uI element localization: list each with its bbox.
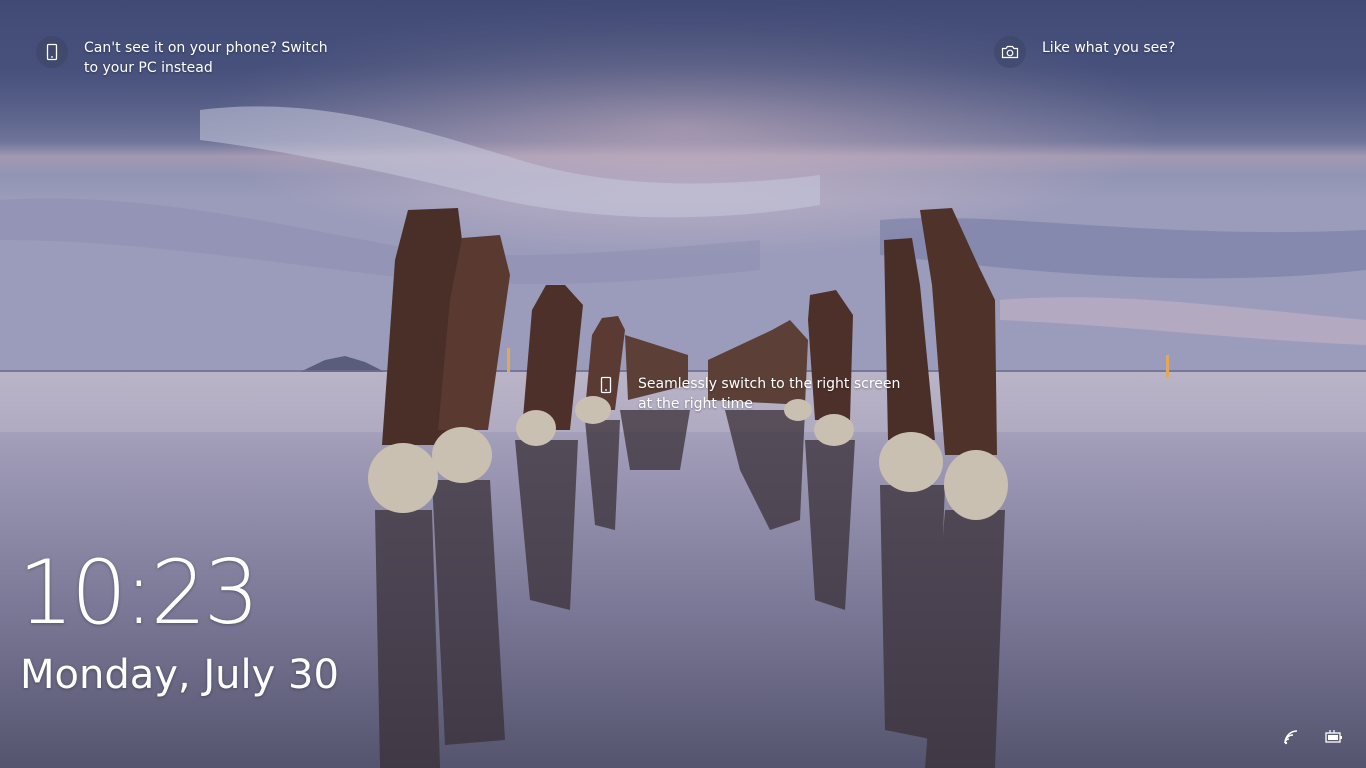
hotspot-center[interactable]: Seamlessly switch to the right screen at… [598, 374, 918, 414]
hotspot-camera-text: Like what you see? [1042, 40, 1176, 56]
hotspot-center-text: Seamlessly switch to the right screen at… [638, 376, 901, 412]
hotspot-phone[interactable]: Can't see it on your phone? Switch to yo… [36, 36, 344, 78]
camera-icon [994, 36, 1026, 68]
lock-clock-date: Monday, July 30 [20, 652, 339, 698]
wifi-icon[interactable] [1282, 728, 1302, 746]
battery-icon[interactable] [1324, 728, 1344, 746]
hotspot-phone-text: Can't see it on your phone? Switch to yo… [84, 40, 328, 76]
lock-screen[interactable]: Can't see it on your phone? Switch to yo… [0, 0, 1366, 768]
phone-outline-icon [598, 374, 614, 396]
lock-clock-time: 10:23 [18, 541, 260, 644]
phone-icon [36, 36, 68, 68]
hotspot-camera[interactable]: Like what you see? [994, 36, 1242, 68]
